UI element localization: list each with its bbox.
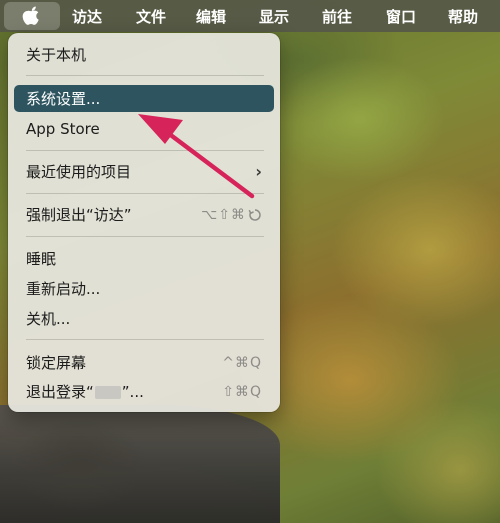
menu-item-label: 系统设置... — [26, 90, 101, 108]
wallpaper-rock — [0, 405, 280, 523]
menu-item-label: App Store — [26, 119, 100, 138]
menu-item-label: 睡眠 — [26, 250, 57, 268]
menu-item-shortcut: ⇧⌘Q — [222, 383, 262, 400]
menu-bar: 访达 文件 编辑 显示 前往 窗口 帮助 — [0, 0, 500, 32]
menu-finder[interactable]: 访达 — [72, 0, 102, 32]
menu-window[interactable]: 窗口 — [386, 0, 416, 32]
menu-separator — [26, 236, 264, 237]
menu-separator — [26, 150, 264, 151]
menu-item-label: 锁定屏幕 — [26, 354, 87, 372]
menu-help[interactable]: 帮助 — [448, 0, 478, 32]
menu-file[interactable]: 文件 — [136, 0, 166, 32]
menu-item-label: 重新启动... — [26, 280, 101, 298]
apple-menu-dropdown: 关于本机 系统设置... App Store 最近使用的项目 › 强制退出“访达… — [8, 33, 280, 412]
menu-item-label: 关于本机 — [26, 46, 87, 64]
menu-item-label: 关机... — [26, 310, 71, 328]
apple-logo-icon — [22, 6, 39, 25]
menu-item-force-quit[interactable]: 强制退出“访达” ⌥⇧⌘ — [14, 201, 274, 228]
menu-item-lock-screen[interactable]: 锁定屏幕 ^⌘Q — [14, 349, 274, 376]
menu-item-shortcut: ^⌘Q — [222, 354, 262, 371]
menu-item-app-store[interactable]: App Store — [14, 115, 274, 142]
menu-item-about-this-mac[interactable]: 关于本机 — [14, 41, 274, 68]
menu-item-label: 退出登录“ ”... — [26, 381, 222, 402]
menu-separator — [26, 75, 264, 76]
menu-item-system-settings[interactable]: 系统设置... — [14, 85, 274, 112]
escape-key-icon — [248, 208, 261, 221]
menu-item-restart[interactable]: 重新启动... — [14, 275, 274, 302]
menu-view[interactable]: 显示 — [259, 0, 289, 32]
menu-item-shutdown[interactable]: 关机... — [14, 305, 274, 332]
menu-item-shortcut: ⌥⇧⌘ — [201, 207, 262, 223]
menu-separator — [26, 193, 264, 194]
redacted-username — [94, 386, 121, 399]
menu-item-recent-items[interactable]: 最近使用的项目 › — [14, 158, 274, 185]
menu-edit[interactable]: 编辑 — [196, 0, 226, 32]
menu-item-sleep[interactable]: 睡眠 — [14, 245, 274, 272]
shortcut-keys: ⌥⇧⌘ — [201, 206, 246, 223]
menu-go[interactable]: 前往 — [322, 0, 352, 32]
menu-item-label: 强制退出“访达” — [26, 206, 132, 224]
menu-item-label: 最近使用的项目 — [26, 163, 132, 181]
menu-separator — [26, 339, 264, 340]
log-out-label-suffix: ”... — [121, 383, 144, 401]
log-out-label-prefix: 退出登录“ — [26, 383, 94, 401]
chevron-right-icon: › — [255, 162, 262, 181]
menu-item-log-out[interactable]: 退出登录“ ”... ⇧⌘Q — [14, 378, 274, 405]
apple-menu-button[interactable] — [4, 2, 60, 30]
